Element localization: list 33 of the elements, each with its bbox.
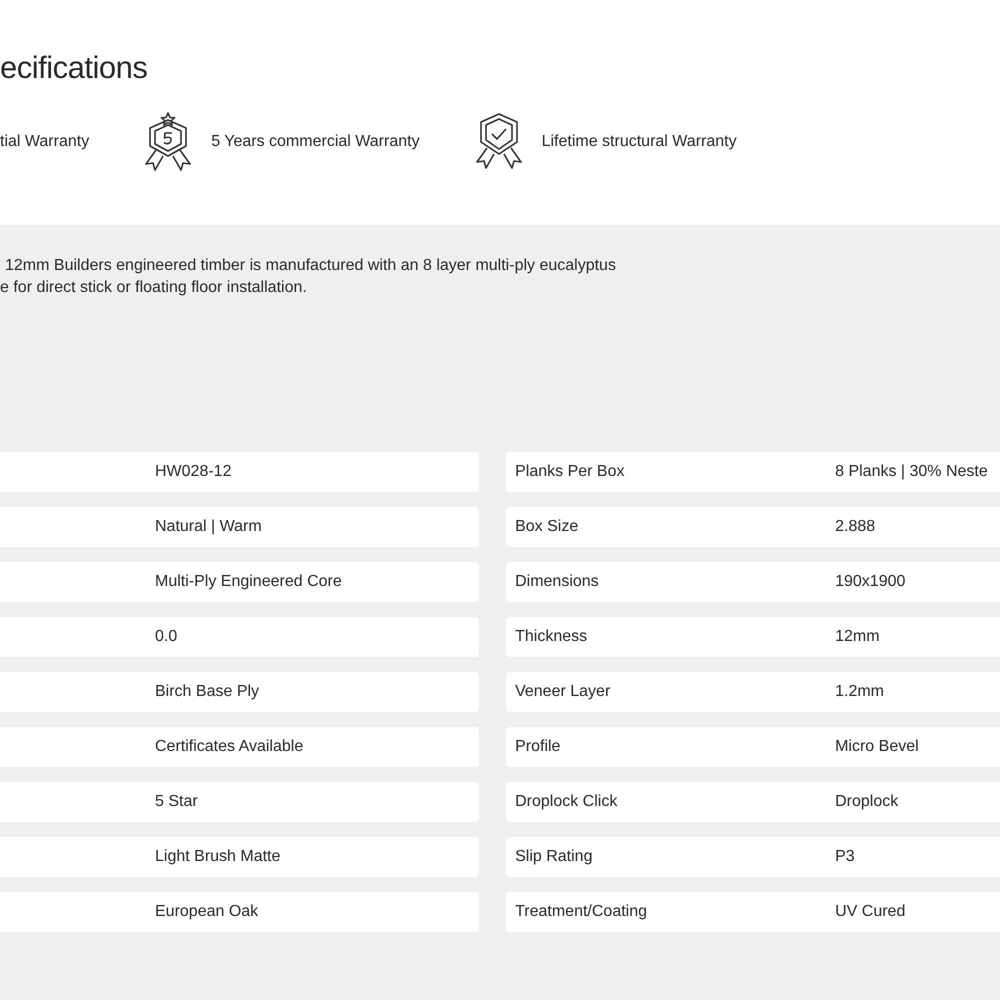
spec-label: Veneer Layer <box>515 683 612 701</box>
warranty-label: 5 Years commercial Warranty <box>211 133 420 151</box>
spec-value: 1.2mm <box>835 683 884 701</box>
warranty-label: tial Warranty <box>0 133 90 151</box>
spec-label: Profile <box>515 738 562 756</box>
spec-label: Treatment/Coating <box>515 903 648 921</box>
spec-value: 2.888 <box>835 518 876 536</box>
spec-value: 0.0 <box>155 628 178 646</box>
spec-value: Certificates Available <box>155 738 304 756</box>
spec-value: Birch Base Ply <box>155 683 260 701</box>
spec-value: 190x1900 <box>835 573 906 591</box>
spec-value: 8 Planks | 30% Neste <box>835 463 988 481</box>
spec-value: Micro Bevel <box>835 738 919 756</box>
description-line: 12mm Builders engineered timber is manufactured with an 8 layer multi-ply eucalyptus <box>4 256 617 276</box>
spec-label: Planks Per Box <box>515 463 626 481</box>
spec-value: Natural | Warm <box>155 518 262 536</box>
spec-label: Box Size <box>515 518 580 536</box>
spec-value: Droplock <box>835 793 898 811</box>
spec-value: UV Cured <box>835 903 906 921</box>
spec-value: HW028-12 <box>155 463 232 481</box>
spec-value: Multi-Ply Engineered Core <box>155 573 342 591</box>
spec-label: Thickness <box>515 628 588 646</box>
spec-label: Dimensions <box>515 573 600 591</box>
spec-value: Light Brush Matte <box>155 848 280 866</box>
spec-label: Slip Rating <box>515 848 594 866</box>
spec-value: European Oak <box>155 903 258 921</box>
warranty-label: Lifetime structural Warranty <box>542 133 737 151</box>
spec-value: 5 Star <box>155 793 198 811</box>
spec-label: Droplock Click <box>515 793 618 811</box>
spec-value: P3 <box>835 848 855 866</box>
description-line: e for direct stick or floating floor installation. <box>0 278 308 298</box>
section-heading: ecifications <box>0 49 148 87</box>
spec-value: 12mm <box>835 628 880 646</box>
